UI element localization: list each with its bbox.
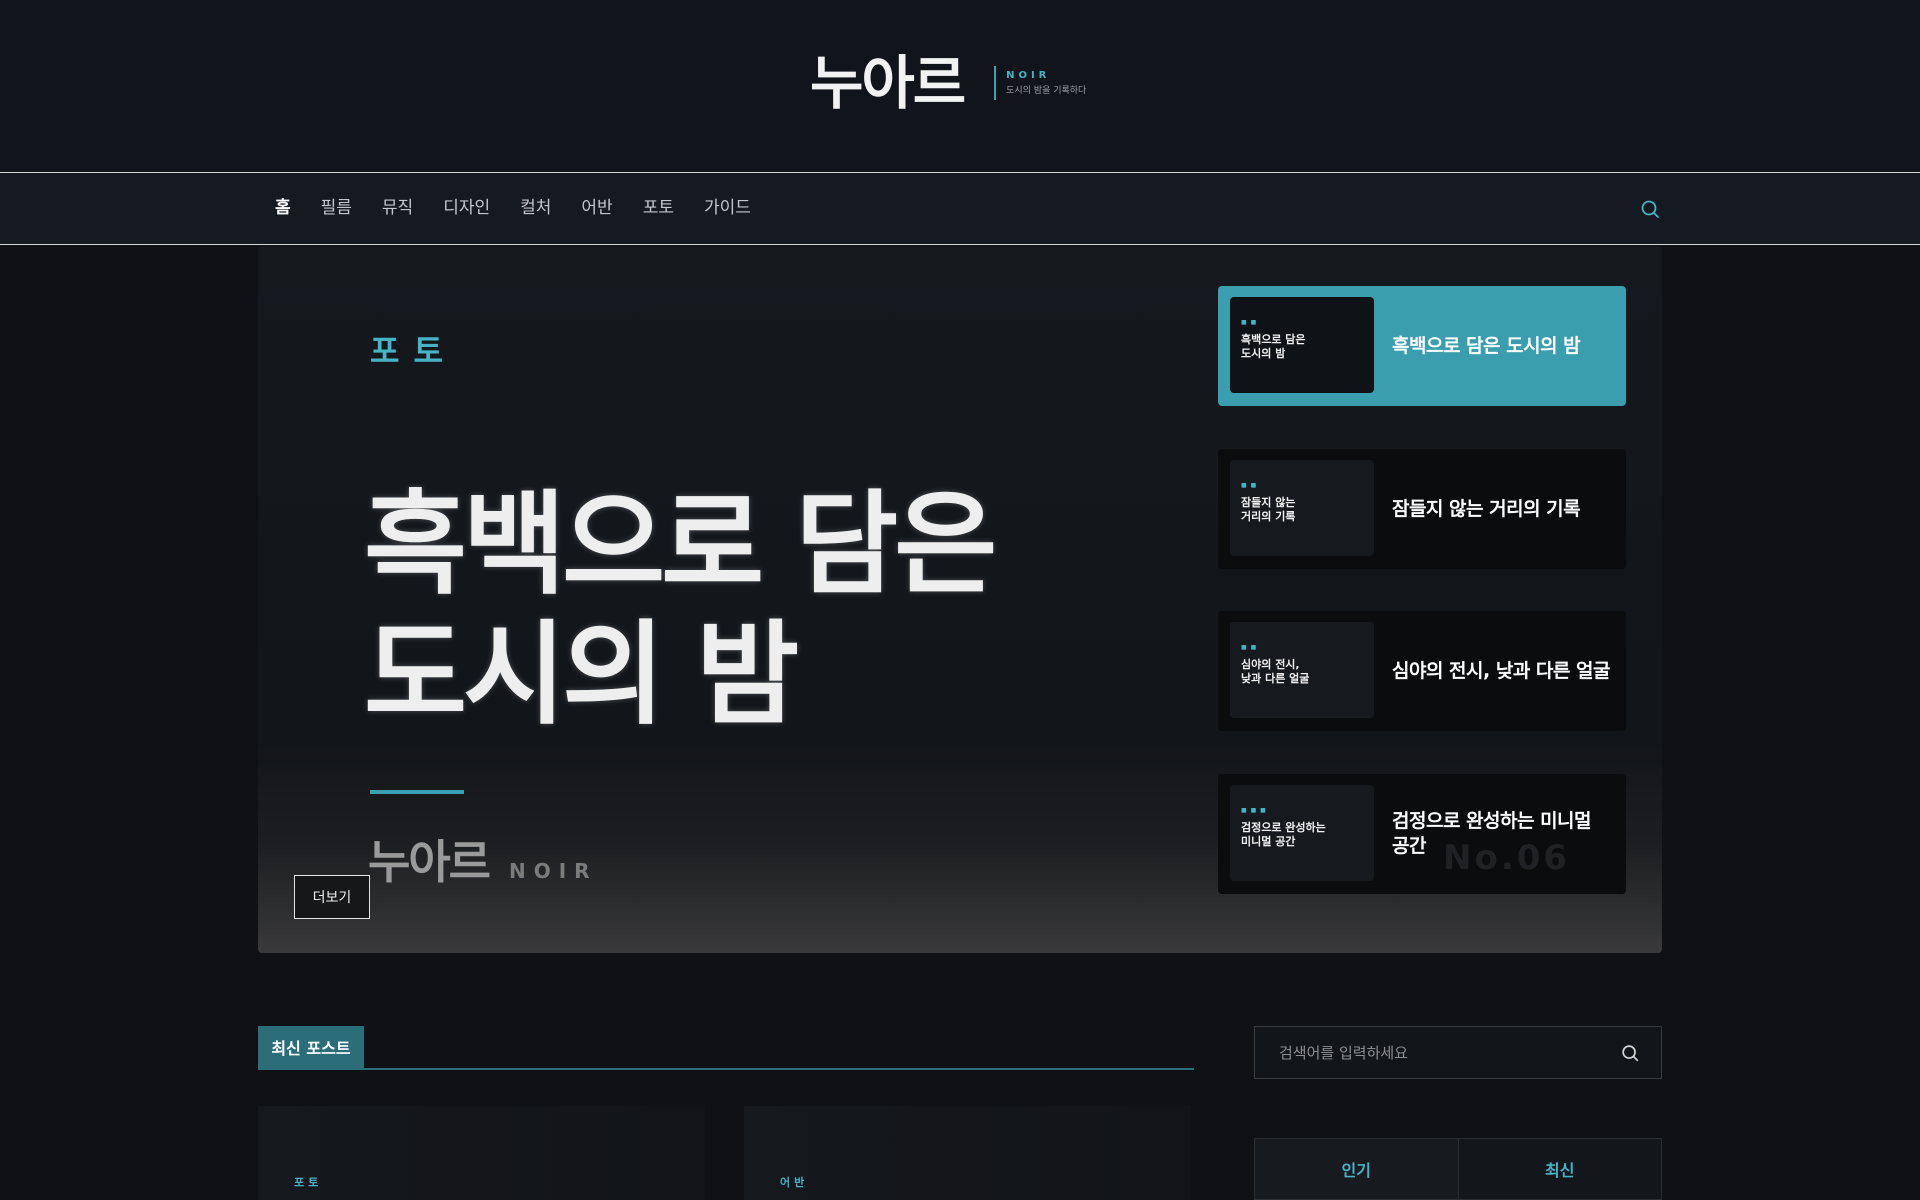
- nav-item-design[interactable]: 디자인: [443, 173, 490, 244]
- search-icon[interactable]: [1638, 197, 1662, 221]
- slide-title: 잠들지 않는 거리의 기록: [1392, 497, 1581, 520]
- logo-side: NOIR 도시의 밤을 기록하다: [994, 66, 1086, 100]
- slide-thumbnail: ■ ■ ■ 검정으로 완성하는 미니멀 공간: [1230, 785, 1374, 881]
- slide-thumbnail: ■ ■ 흑백으로 담은 도시의 밤: [1230, 297, 1374, 393]
- tab-latest[interactable]: 최신: [1457, 1139, 1661, 1199]
- search-input[interactable]: [1255, 1027, 1615, 1078]
- main-nav: 홈 필름 뮤직 디자인 컬처 어반 포토 가이드: [0, 172, 1920, 245]
- thumb-title: 흑백으로 담은 도시의 밤: [1241, 333, 1306, 360]
- more-button[interactable]: 더보기: [294, 875, 370, 919]
- hero-title: 흑백으로 담은 도시의 밤: [364, 480, 1124, 740]
- hero-title-line1: 흑백으로 담은: [364, 480, 997, 610]
- nav-item-photo[interactable]: 포토: [643, 173, 674, 244]
- slide-title: 심야의 전시, 낮과 다른 얼굴: [1392, 659, 1610, 682]
- thumb-title: 심야의 전시, 낮과 다른 얼굴: [1241, 658, 1310, 685]
- tab-popular[interactable]: 인기: [1255, 1139, 1458, 1199]
- hero-brand-korean: 누아르: [368, 835, 491, 889]
- thumb-title: 잠들지 않는 거리의 기록: [1241, 496, 1296, 523]
- nav-item-guide[interactable]: 가이드: [704, 173, 751, 244]
- thumb-dots: ■ ■: [1241, 482, 1258, 489]
- logo-english: NOIR: [1006, 70, 1051, 81]
- post-card[interactable]: 포토: [258, 1106, 705, 1200]
- sidebar-tabs: 인기 최신: [1254, 1138, 1662, 1200]
- slide-thumbnail: ■ ■ 심야의 전시, 낮과 다른 얼굴: [1230, 622, 1374, 718]
- nav-item-home[interactable]: 홈: [275, 173, 291, 244]
- post-card[interactable]: 어반: [744, 1106, 1191, 1200]
- recent-posts-label: 최신 포스트: [258, 1026, 364, 1068]
- search-icon[interactable]: [1619, 1042, 1641, 1064]
- hero-slider: 포토 흑백으로 담은 도시의 밤 누아르 NOIR 더보기 ■ ■ 흑백으로 담…: [258, 246, 1662, 953]
- hero-brand: 누아르 NOIR: [368, 826, 598, 892]
- site-header: 누아르 NOIR 도시의 밤을 기록하다: [0, 0, 1920, 172]
- post-category: 어반: [780, 1176, 809, 1189]
- thumb-dots: ■ ■ ■: [1241, 807, 1267, 814]
- nav-items: 홈 필름 뮤직 디자인 컬처 어반 포토 가이드: [260, 173, 766, 244]
- thumb-dots: ■ ■: [1241, 319, 1258, 326]
- slide-item-3[interactable]: ■ ■ 심야의 전시, 낮과 다른 얼굴 심야의 전시, 낮과 다른 얼굴: [1218, 611, 1626, 731]
- hero-title-line2: 도시의 밤: [364, 610, 799, 740]
- slide-thumbnail: ■ ■ 잠들지 않는 거리의 기록: [1230, 460, 1374, 556]
- hero-brand-english: NOIR: [508, 859, 598, 883]
- nav-item-culture[interactable]: 컬처: [520, 173, 551, 244]
- thumb-title: 검정으로 완성하는 미니멀 공간: [1241, 821, 1326, 848]
- logo-text: 누아르: [810, 49, 966, 117]
- hero-accent-line: [370, 790, 464, 794]
- thumb-dots: ■ ■: [1241, 644, 1258, 651]
- ghost-issue-number: No.06: [1443, 838, 1571, 878]
- logo-tagline: 도시의 밤을 기록하다: [1006, 86, 1087, 96]
- site-logo[interactable]: 누아르 NOIR 도시의 밤을 기록하다: [810, 50, 1086, 116]
- nav-item-urban[interactable]: 어반: [581, 173, 612, 244]
- slide-item-2[interactable]: ■ ■ 잠들지 않는 거리의 기록 잠들지 않는 거리의 기록: [1218, 449, 1626, 569]
- recent-posts-header: 최신 포스트: [258, 1026, 1194, 1070]
- slide-title: 흑백으로 담은 도시의 밤: [1392, 334, 1581, 357]
- nav-item-film[interactable]: 필름: [321, 173, 352, 244]
- hero-category: 포토: [370, 332, 457, 370]
- post-category: 포토: [294, 1176, 323, 1189]
- sidebar-search: [1254, 1026, 1662, 1079]
- slide-item-1[interactable]: ■ ■ 흑백으로 담은 도시의 밤 흑백으로 담은 도시의 밤: [1218, 286, 1626, 406]
- nav-item-music[interactable]: 뮤직: [382, 173, 413, 244]
